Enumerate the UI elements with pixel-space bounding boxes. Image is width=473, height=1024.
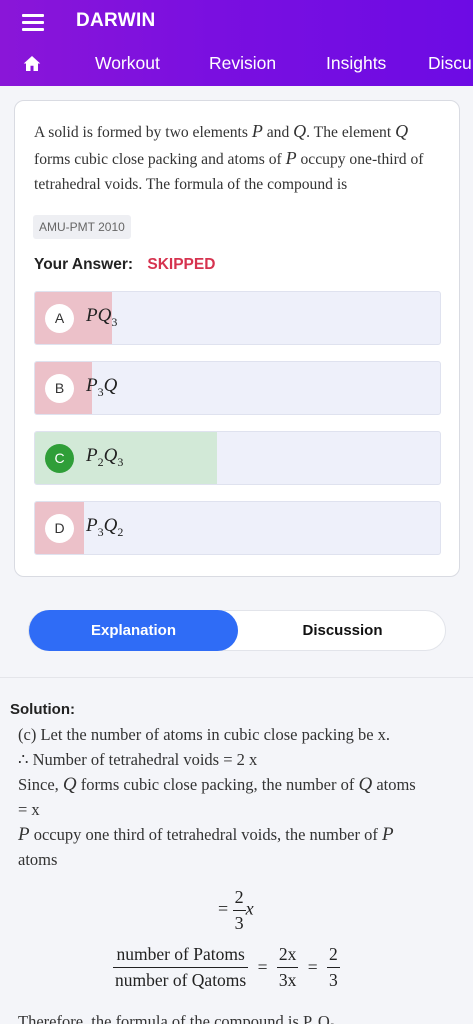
solution-line: Since, Q forms cubic close packing, the … [18,774,416,795]
question-card: A solid is formed by two elements P and … [14,100,460,577]
option-c-text: P2Q3 [86,445,124,469]
solution-line: (c) Let the number of atoms in cubic clo… [18,725,391,744]
tab-revision[interactable]: Revision [209,53,276,74]
tab-explanation[interactable]: Explanation [29,610,238,651]
your-answer: Your Answer: SKIPPED [34,256,215,274]
solution-line: ∴ Number of tetrahedral voids = 2 x [18,750,258,769]
option-d-text: P3Q2 [86,515,124,539]
option-a-letter: A [45,304,74,333]
solution-line: atoms [18,850,58,869]
option-b-text: P3Q [86,375,118,399]
equation-voids: = 23x [218,887,254,933]
home-icon[interactable] [23,55,41,72]
question-text: A solid is formed by two elements P and … [34,121,424,193]
option-d-letter: D [45,514,74,543]
solution-title: Solution: [10,701,75,718]
solution-line: P occupy one third of tetrahedral voids,… [18,824,394,845]
app-bar: DARWIN Workout Revision Insights Discu [0,0,473,86]
equation-ratio: number of Patoms number of Qatoms = 2x 3x … [113,944,340,990]
option-b[interactable]: B P3Q [34,361,441,415]
tab-discussion[interactable]: Discussion [238,611,447,650]
option-a-text: PQ3 [86,305,118,329]
divider [0,677,473,678]
tab-discuss[interactable]: Discu [428,53,472,74]
exam-tag: AMU-PMT 2010 [33,215,131,239]
answer-label: Your Answer: [34,256,134,273]
option-c-letter: C [45,444,74,473]
app-title: DARWIN [76,10,156,31]
tab-workout[interactable]: Workout [95,53,160,74]
option-d[interactable]: D P3Q2 [34,501,441,555]
tab-insights[interactable]: Insights [326,53,386,74]
explanation-tabs: Explanation Discussion [28,610,446,651]
menu-icon[interactable] [22,14,44,32]
answer-status: SKIPPED [147,256,216,273]
option-c[interactable]: C P2Q3 [34,431,441,485]
solution-body: (c) Let the number of atoms in cubic clo… [18,722,448,872]
solution-line: = x [18,800,40,819]
option-b-letter: B [45,374,74,403]
option-a[interactable]: A PQ3 [34,291,441,345]
solution-conclusion: Therefore, the formula of the compound i… [18,1012,336,1024]
